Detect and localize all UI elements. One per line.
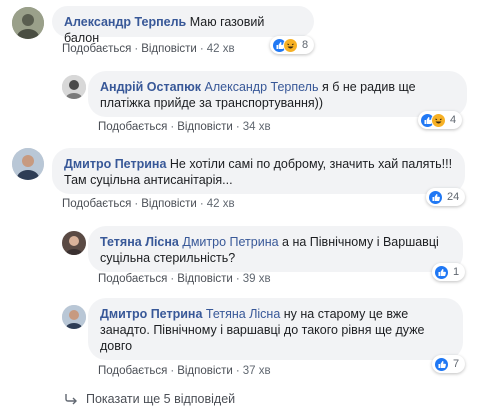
comment-author[interactable]: Тетяна Лісна [100,235,179,249]
reply-button[interactable]: Відповісти [177,273,233,285]
reaction-count: 8 [302,39,309,51]
avatar[interactable] [62,305,86,329]
show-more-replies-link[interactable]: Показати ще 5 відповідей [64,392,235,406]
avatar-photo-icon [62,231,86,255]
mention-link[interactable]: Александр Терпель [205,80,319,94]
comment-author[interactable]: Дмитро Петрина [100,307,202,321]
haha-icon [283,37,298,53]
haha-icon [431,112,446,128]
reply-arrow-icon [64,393,78,405]
avatar-photo-icon [62,305,86,329]
like-icon [434,264,449,280]
comment-actions: Подобається · Відповісти · 34 хв [98,121,271,133]
avatar[interactable] [62,231,86,255]
comment-author[interactable]: Дмитро Петрина [64,157,166,171]
reaction-summary[interactable]: 4 [418,111,463,129]
reaction-count: 24 [447,191,460,203]
comment-bubble: Андрій Остапюк Александр Терпель я б не … [88,71,467,117]
comment-actions: Подобається · Відповісти · 39 хв [98,273,271,285]
comment-bubble: Дмитро Петрина Не хотіли самі по доброму… [52,148,465,194]
like-button[interactable]: Подобається [98,273,167,285]
show-more-replies-label: Показати ще 5 відповідей [86,392,236,406]
comment-author[interactable]: Андрій Остапюк [100,80,201,94]
avatar-photo-icon [62,75,86,99]
avatar-photo-icon [12,7,44,39]
avatar[interactable] [12,7,44,39]
like-icon [434,356,449,372]
comment-bubble: Александр Терпель Маю газовий балон [52,6,314,45]
like-button[interactable]: Подобається [98,121,167,133]
comment-author[interactable]: Александр Терпель [64,15,186,29]
like-icon [428,189,443,205]
reply-button[interactable]: Відповісти [177,121,233,133]
reaction-count: 4 [450,114,457,126]
avatar[interactable] [12,148,44,180]
reaction-summary[interactable]: 1 [432,263,466,281]
avatar-photo-icon [12,148,44,180]
comment-time[interactable]: 34 хв [243,121,271,133]
comment-time[interactable]: 37 хв [243,365,271,377]
comment-actions: Подобається · Відповісти · 42 хв [62,43,235,55]
reaction-count: 1 [453,266,460,278]
reply-button[interactable]: Відповісти [141,43,197,55]
comment-actions: Подобається · Відповісти · 37 хв [98,365,271,377]
comment-bubble: Дмитро Петрина Тетяна Лісна ну на старом… [88,298,463,360]
mention-link[interactable]: Тетяна Лісна [206,307,280,321]
comment-time[interactable]: 39 хв [243,273,271,285]
like-button[interactable]: Подобається [62,198,131,210]
reply-button[interactable]: Відповісти [141,198,197,210]
comment-bubble: Тетяна Лісна Дмитро Петрина а на Північн… [88,226,463,272]
reaction-summary[interactable]: 24 [426,188,466,206]
comment-time[interactable]: 42 хв [207,198,235,210]
reply-button[interactable]: Відповісти [177,365,233,377]
comment-time[interactable]: 42 хв [207,43,235,55]
comment-actions: Подобається · Відповісти · 42 хв [62,198,235,210]
like-button[interactable]: Подобається [98,365,167,377]
like-button[interactable]: Подобається [62,43,131,55]
reaction-summary[interactable]: 8 [270,36,315,54]
reaction-count: 7 [453,358,460,370]
mention-link[interactable]: Дмитро Петрина [182,235,278,249]
reaction-summary[interactable]: 7 [432,355,466,373]
avatar[interactable] [62,75,86,99]
